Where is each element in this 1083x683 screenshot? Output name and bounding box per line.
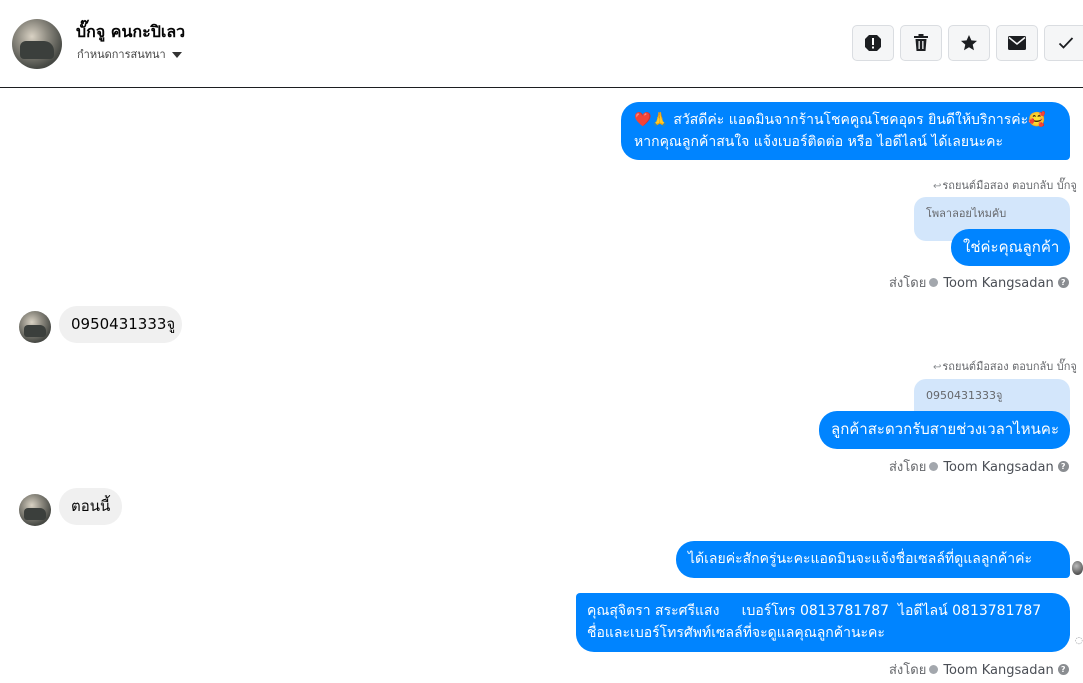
- delete-button[interactable]: [900, 25, 942, 61]
- alert-icon: [865, 35, 881, 51]
- mark-done-button[interactable]: [1044, 25, 1083, 61]
- contact-name[interactable]: บั๊กจู คนกะปิเลว: [76, 20, 185, 45]
- help-icon[interactable]: ?: [1057, 664, 1069, 675]
- reply-arrow-icon: ↩: [933, 181, 942, 192]
- sent-by-label: ส่งโดย Toom Kangsadan?: [889, 272, 1069, 293]
- sent-by-label: ส่งโดย Toom Kangsadan?: [889, 659, 1069, 680]
- contact-avatar[interactable]: [12, 19, 62, 69]
- verified-icon: [929, 278, 939, 287]
- star-button[interactable]: [948, 25, 990, 61]
- verified-icon: [929, 462, 939, 471]
- outgoing-message[interactable]: คุณสุจิตรา สระศรีแสง เบอร์โทร 0813781787…: [576, 593, 1070, 652]
- reply-context-label: ↩รถยนต์มือสอง ตอบกลับ บั๊กจู: [933, 360, 1077, 373]
- delivery-status-icon: ◌: [1075, 636, 1083, 646]
- conversation-settings-label: กำหนดการสนทนา: [77, 48, 166, 61]
- check-icon: [1058, 37, 1074, 49]
- agent-name[interactable]: Toom Kangsadan: [943, 276, 1053, 291]
- agent-name[interactable]: Toom Kangsadan: [943, 663, 1053, 678]
- help-icon[interactable]: ?: [1057, 461, 1069, 472]
- outgoing-message[interactable]: ❤️🙏 สวัสดีค่ะ แอดมินจากร้านโชคคูณโชคอุดร…: [621, 102, 1070, 160]
- outgoing-message[interactable]: ใช่ค่ะคุณลูกค้า: [951, 229, 1070, 266]
- seen-indicator-avatar: [1072, 561, 1083, 575]
- conversation-header: บั๊กจู คนกะปิเลว กำหนดการสนทนา: [0, 0, 1083, 88]
- conversation-settings-dropdown[interactable]: กำหนดการสนทนา: [77, 45, 182, 63]
- reply-context-label: ↩รถยนต์มือสอง ตอบกลับ บั๊กจู: [933, 179, 1077, 192]
- emoji: ❤️🙏: [634, 112, 669, 128]
- star-icon: [961, 35, 977, 51]
- report-button[interactable]: [852, 25, 894, 61]
- verified-icon: [929, 665, 939, 674]
- sender-avatar[interactable]: [19, 311, 51, 343]
- message-line: ชื่อและเบอร์โทรศัพท์เซลล์ที่จะดูแลคุณลูก…: [587, 625, 885, 641]
- agent-name[interactable]: Toom Kangsadan: [943, 460, 1053, 475]
- message-line: หากคุณลูกค้าสนใจ แจ้งเบอร์ติดต่อ หรือ ไอ…: [634, 134, 1004, 150]
- incoming-message[interactable]: 0950431333จู: [59, 306, 182, 343]
- mail-icon: [1008, 36, 1026, 50]
- trash-icon: [914, 34, 928, 51]
- sent-by-label: ส่งโดย Toom Kangsadan?: [889, 456, 1069, 477]
- sender-avatar[interactable]: [19, 494, 51, 526]
- outgoing-message[interactable]: ได้เลยค่ะสักครู่นะคะแอดมินจะแจ้งชื่อเซลล…: [676, 541, 1070, 578]
- message-line: ❤️🙏 สวัสดีค่ะ แอดมินจากร้านโชคคูณโชคอุดร…: [634, 112, 1046, 128]
- emoji: 🥰: [1028, 112, 1046, 128]
- help-icon[interactable]: ?: [1057, 277, 1069, 288]
- outgoing-message[interactable]: ลูกค้าสะดวกรับสายช่วงเวลาไหนคะ: [819, 411, 1070, 449]
- caret-down-icon: [171, 52, 182, 58]
- incoming-message[interactable]: ตอนนี้: [59, 488, 122, 525]
- reply-arrow-icon: ↩: [933, 362, 942, 373]
- mark-unread-button[interactable]: [996, 25, 1038, 61]
- message-line: คุณสุจิตรา สระศรีแสง เบอร์โทร 0813781787…: [587, 603, 1042, 619]
